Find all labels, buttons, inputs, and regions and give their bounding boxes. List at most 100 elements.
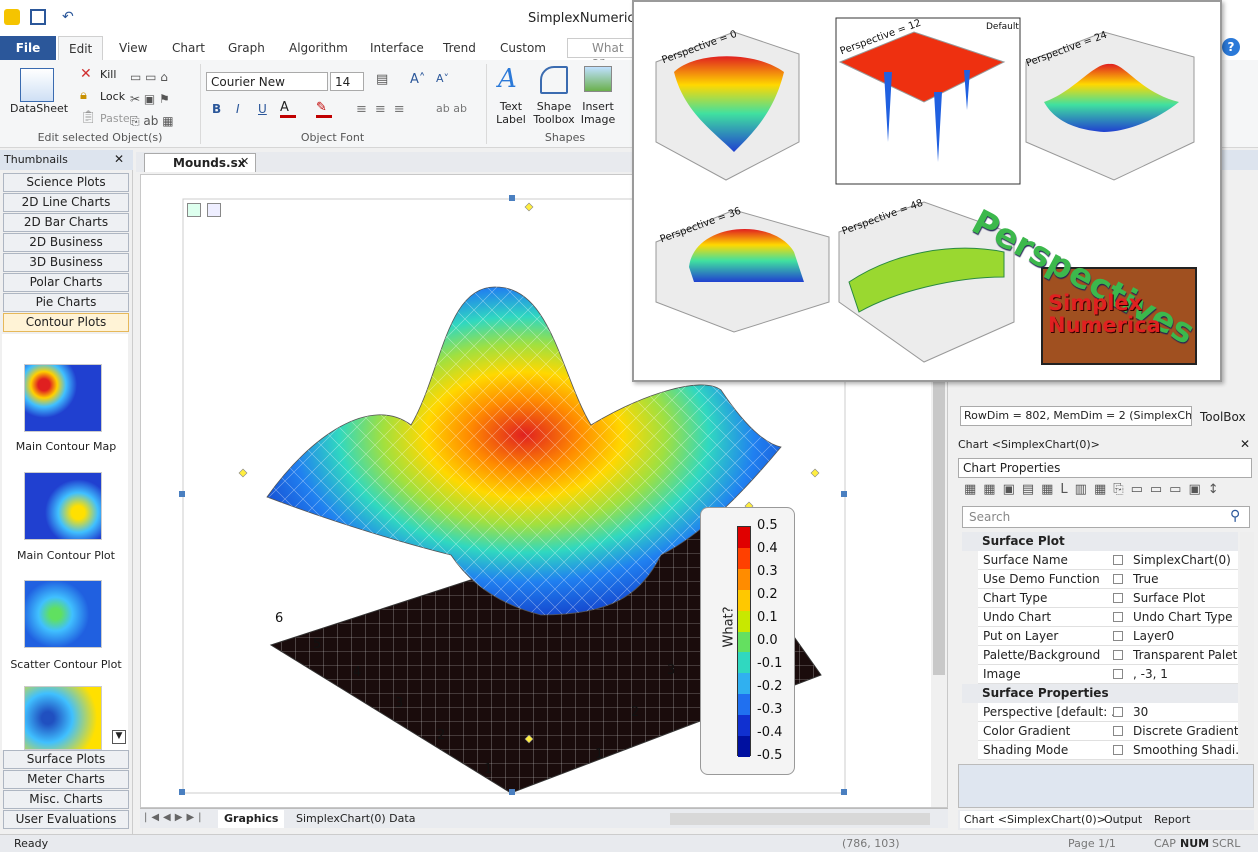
tab-chart-panel[interactable]: Chart <SimplexChart(0)> — [960, 811, 1110, 828]
perspectives-image[interactable]: Perspective = 0 Perspective = 12 Default… — [632, 0, 1222, 382]
property-edit-icon[interactable] — [1113, 574, 1123, 584]
insert-image-button[interactable]: Insert Image — [580, 100, 616, 126]
property-value[interactable]: Layer0 — [1133, 629, 1238, 643]
category-user-evaluations[interactable]: User Evaluations — [3, 810, 129, 829]
thumbnail-scatter-contour-plot[interactable] — [24, 580, 102, 648]
italic-button[interactable]: I — [236, 102, 240, 116]
undo-icon[interactable]: ↶ — [62, 9, 78, 25]
category-surface-plots[interactable]: Surface Plots — [3, 750, 129, 769]
property-value[interactable]: Surface Plot — [1133, 591, 1238, 605]
datasheet-button[interactable]: DataSheet — [10, 102, 68, 115]
underline-button[interactable]: U — [258, 102, 267, 116]
property-search-input[interactable]: Search — [962, 506, 1250, 528]
category-2d-line-charts[interactable]: 2D Line Charts — [3, 193, 129, 212]
kill-button[interactable]: Kill — [100, 68, 116, 81]
property-row[interactable]: Perspective [default: ... 30 — [978, 703, 1238, 722]
property-value[interactable]: Undo Chart Type — [1133, 610, 1238, 624]
property-edit-icon[interactable] — [1113, 650, 1123, 660]
insert-image-icon[interactable] — [584, 66, 612, 92]
chart-properties-select[interactable]: Chart Properties — [958, 458, 1252, 478]
font-format-icon[interactable]: ▤ — [376, 72, 388, 87]
property-row[interactable]: Shading Mode Smoothing Shadi... — [978, 741, 1238, 760]
tab-graph[interactable]: Graph — [218, 36, 275, 60]
align-icons[interactable]: ≡≡≡ — [356, 102, 413, 117]
property-row[interactable]: Undo Chart Undo Chart Type — [978, 608, 1238, 627]
property-value[interactable]: True — [1133, 572, 1238, 586]
property-value[interactable]: SimplexChart(0) — [1133, 553, 1238, 567]
property-toolbar-icons[interactable]: ▦▦▣▤▦L▥▦⎘▭▭▭▣↕ — [964, 482, 1226, 497]
bold-button[interactable]: B — [212, 102, 221, 116]
help-icon[interactable]: ? — [1222, 38, 1240, 56]
tab-algorithm[interactable]: Algorithm — [279, 36, 358, 60]
refresh-icon[interactable] — [187, 203, 201, 217]
edit-tool-icons[interactable]: ▭ ▭ ⌂ ✂ ▣ ⚑ ⎘ ab ▦ — [130, 66, 190, 128]
property-edit-icon[interactable] — [1113, 707, 1123, 717]
property-edit-icon[interactable] — [1113, 669, 1123, 679]
property-edit-icon[interactable] — [1113, 555, 1123, 565]
category-2d-bar-charts[interactable]: 2D Bar Charts — [3, 213, 129, 232]
property-value[interactable]: Discrete Gradient — [1133, 724, 1238, 738]
tab-file[interactable]: File — [0, 36, 56, 60]
property-row[interactable]: Color Gradient Discrete Gradient — [978, 722, 1238, 741]
fit-icon[interactable] — [207, 203, 221, 217]
tab-chart[interactable]: Chart — [162, 36, 215, 60]
property-edit-icon[interactable] — [1113, 593, 1123, 603]
toolbox-tab[interactable]: ToolBox — [1200, 410, 1246, 424]
category-misc-charts[interactable]: Misc. Charts — [3, 790, 129, 809]
search-icon[interactable]: ⚲ — [1230, 508, 1240, 524]
tab-chart-data[interactable]: SimplexChart(0) Data — [290, 810, 421, 828]
shape-toolbox-icon[interactable] — [540, 66, 568, 94]
property-value[interactable]: Smoothing Shadi... — [1133, 743, 1238, 757]
property-edit-icon[interactable] — [1113, 631, 1123, 641]
shrink-font-icon[interactable]: A˅ — [436, 72, 449, 85]
highlight-color-icon[interactable]: ✎ — [316, 100, 332, 118]
property-row[interactable]: Use Demo Function True — [978, 570, 1238, 589]
category-pie-charts[interactable]: Pie Charts — [3, 293, 129, 312]
property-row[interactable]: Chart Type Surface Plot — [978, 589, 1238, 608]
text-label-button[interactable]: Text Label — [496, 100, 526, 126]
category-surface-plot[interactable]: Surface Plot — [962, 532, 1238, 551]
tab-graphics[interactable]: Graphics — [218, 810, 285, 828]
property-row[interactable]: Palette/Background Transparent Palet... — [978, 646, 1238, 665]
category-meter-charts[interactable]: Meter Charts — [3, 770, 129, 789]
property-edit-icon[interactable] — [1113, 745, 1123, 755]
scroll-down-icon[interactable]: ▼ — [112, 730, 126, 744]
tab-report[interactable]: Report — [1154, 813, 1190, 826]
tab-output[interactable]: Output — [1104, 813, 1142, 826]
tab-view[interactable]: View — [109, 36, 157, 60]
property-row[interactable]: Image , -3, 1 — [978, 665, 1238, 684]
text-label-icon[interactable]: A — [498, 64, 517, 94]
tab-edit[interactable]: Edit — [58, 36, 104, 60]
category-3d-business[interactable]: 3D Business — [3, 253, 129, 272]
property-row[interactable]: Surface Name SimplexChart(0) — [978, 551, 1238, 570]
property-row[interactable]: Put on Layer Layer0 — [978, 627, 1238, 646]
close-icon[interactable]: ✕ — [1240, 437, 1250, 451]
save-icon[interactable] — [30, 9, 46, 25]
category-science-plots[interactable]: Science Plots — [3, 173, 129, 192]
lock-button[interactable]: Lock — [100, 90, 125, 103]
abc-icons[interactable]: ab ab — [436, 102, 467, 115]
shape-toolbox-button[interactable]: Shape Toolbox — [532, 100, 576, 126]
font-size-select[interactable]: 14 — [330, 72, 364, 91]
tab-nav-icons[interactable]: |◀◀▶▶| — [144, 812, 206, 823]
property-edit-icon[interactable] — [1113, 612, 1123, 622]
close-icon[interactable]: ✕ — [240, 155, 249, 168]
font-name-select[interactable]: Courier New — [206, 72, 328, 91]
font-color-icon[interactable]: A — [280, 100, 296, 118]
tell-me-input[interactable]: What ar — [567, 38, 637, 69]
property-value[interactable]: Transparent Palet... — [1133, 648, 1238, 662]
close-icon[interactable]: ✕ — [114, 152, 124, 166]
property-scrollbar[interactable] — [1240, 532, 1254, 760]
category-polar-charts[interactable]: Polar Charts — [3, 273, 129, 292]
property-value[interactable]: 30 — [1133, 705, 1238, 719]
thumbnail-main-contour-map[interactable] — [24, 364, 102, 432]
thumbnail-next[interactable] — [24, 686, 102, 750]
tab-trend[interactable]: Trend — [433, 36, 486, 60]
property-value[interactable]: , -3, 1 — [1133, 667, 1238, 681]
category-surface-properties[interactable]: Surface Properties — [962, 684, 1238, 703]
datasheet-icon[interactable] — [20, 68, 54, 102]
category-contour-plots[interactable]: Contour Plots — [3, 313, 129, 332]
paste-button[interactable]: Paste — [100, 112, 130, 125]
tab-custom[interactable]: Custom — [490, 36, 556, 60]
horizontal-scrollbar[interactable] — [670, 813, 930, 825]
